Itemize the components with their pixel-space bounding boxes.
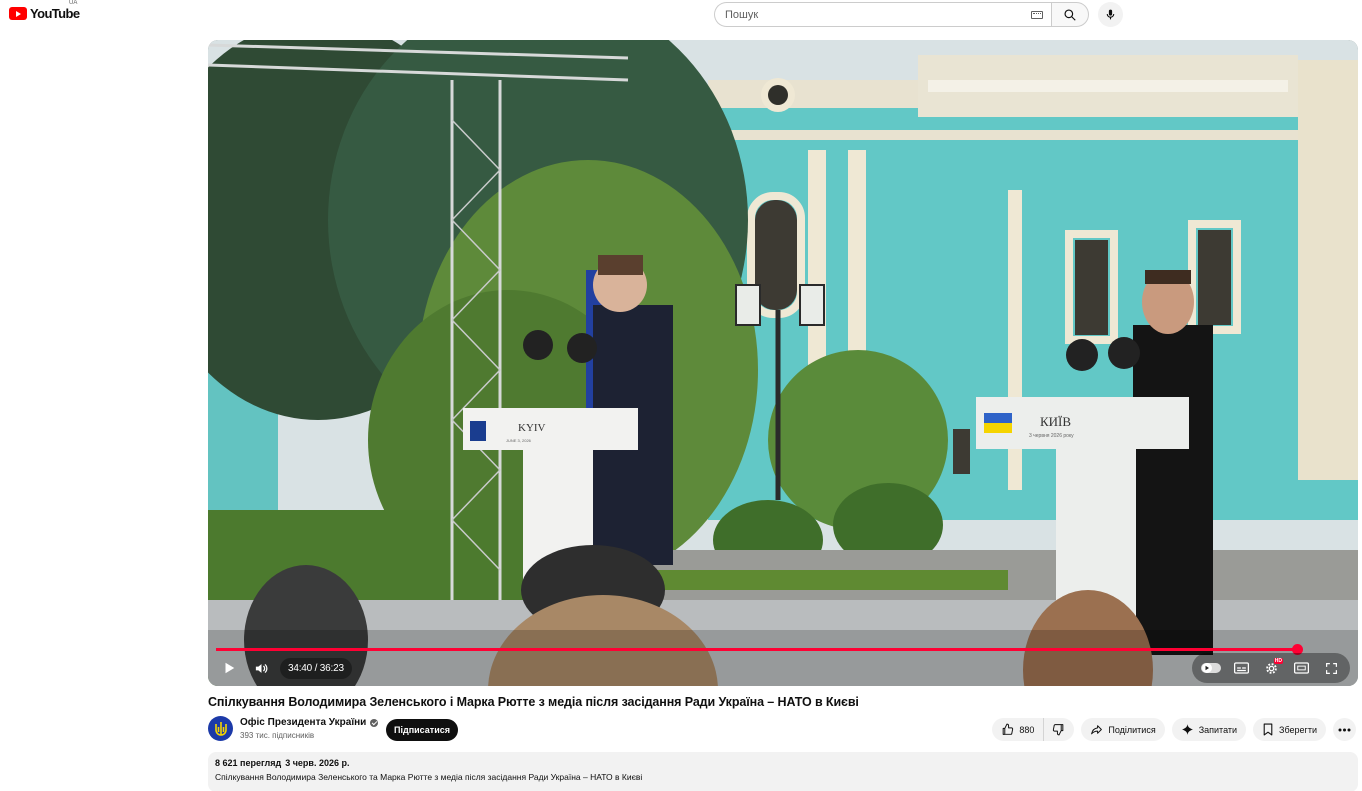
video-frame: KYIV JUNE 3, 2026 КИЇВ 3 червня 2026 рок… [208, 40, 1358, 686]
ask-button[interactable]: Запитати [1171, 718, 1247, 741]
podium-left-city: KYIV [518, 422, 546, 434]
ask-label: Запитати [1198, 724, 1238, 735]
player-controls-right: HD [1192, 653, 1350, 683]
search-icon [1064, 8, 1076, 21]
save-label: Зберегти [1279, 724, 1317, 735]
player-controls-left: 34:40 / 36:23 [216, 657, 352, 679]
search-button[interactable] [1051, 2, 1089, 27]
thumbs-up-icon [1003, 723, 1014, 735]
duration: 36:23 [319, 662, 344, 674]
channel-info: Офіс Президента України 393 тис. підписн… [208, 716, 379, 741]
trident-icon [214, 721, 227, 736]
subscribe-button[interactable]: Підписатися [386, 719, 458, 741]
autoplay-icon [1201, 663, 1221, 673]
keyboard-icon[interactable] [1031, 10, 1043, 19]
play-button[interactable] [216, 657, 242, 679]
save-button[interactable]: Зберегти [1253, 718, 1326, 741]
volume-icon [255, 663, 267, 673]
theater-icon [1293, 662, 1309, 674]
mute-button[interactable] [248, 657, 274, 679]
channel-name[interactable]: Офіс Президента України [240, 717, 366, 728]
play-icon [225, 662, 235, 674]
upload-date: 3 черв. 2026 р. [285, 758, 350, 768]
more-actions-button[interactable] [1333, 718, 1356, 741]
podium-right-date: 3 червня 2026 року [1029, 433, 1074, 439]
more-horizontal-icon [1338, 728, 1351, 731]
like-count: 880 [1019, 724, 1035, 735]
search-bar: Пошук [714, 2, 1089, 27]
settings-button[interactable]: HD [1258, 656, 1284, 680]
bookmark-icon [1263, 723, 1273, 736]
video-title: Спілкування Володимира Зеленського і Мар… [208, 695, 859, 709]
like-dislike-group: 880 [992, 718, 1075, 741]
description-text: Спілкування Володимира Зеленського та Ма… [215, 772, 643, 782]
verified-icon [370, 718, 379, 727]
voice-search-button[interactable] [1098, 2, 1123, 27]
youtube-play-icon [9, 7, 27, 20]
subtitles-button[interactable] [1228, 656, 1254, 680]
dislike-button[interactable] [1044, 718, 1074, 741]
autoplay-toggle[interactable] [1198, 656, 1224, 680]
video-player[interactable]: KYIV JUNE 3, 2026 КИЇВ 3 червня 2026 рок… [208, 40, 1358, 686]
like-button[interactable]: 880 [992, 718, 1045, 741]
channel-avatar[interactable] [208, 716, 233, 741]
time-separator: / [312, 662, 320, 674]
podium-left-date: JUNE 3, 2026 [506, 438, 532, 443]
fullscreen-button[interactable] [1318, 656, 1344, 680]
progress-bar[interactable] [216, 648, 1297, 651]
fullscreen-icon [1325, 662, 1337, 674]
description-box[interactable]: 8 621 перегляд 3 черв. 2026 р. Спілкуванн… [208, 752, 1358, 791]
time-display: 34:40 / 36:23 [280, 657, 352, 679]
share-label: Поділитися [1108, 724, 1156, 735]
video-actions: 880 Поділитися Запитати Зберегти [992, 718, 1356, 741]
logo-text: YouTube [30, 6, 80, 21]
microphone-icon [1106, 9, 1115, 20]
hd-badge: HD [1273, 658, 1283, 664]
view-count: 8 621 перегляд [215, 758, 282, 768]
podium-right-city: КИЇВ [1040, 414, 1071, 429]
country-code: UA [69, 0, 78, 6]
subtitles-icon [1233, 662, 1249, 674]
description-meta: 8 621 перегляд 3 черв. 2026 р. [215, 758, 1351, 768]
share-button[interactable]: Поділитися [1081, 718, 1165, 741]
youtube-logo[interactable]: YouTube [9, 6, 80, 21]
thumbs-down-icon [1053, 724, 1064, 736]
subscriber-count: 393 тис. підписників [240, 731, 315, 740]
search-placeholder: Пошук [725, 8, 759, 21]
search-input[interactable]: Пошук [714, 2, 1051, 27]
current-time: 34:40 [288, 662, 313, 674]
theater-mode-button[interactable] [1288, 656, 1314, 680]
sparkle-icon [1181, 724, 1193, 735]
share-icon [1091, 725, 1103, 735]
